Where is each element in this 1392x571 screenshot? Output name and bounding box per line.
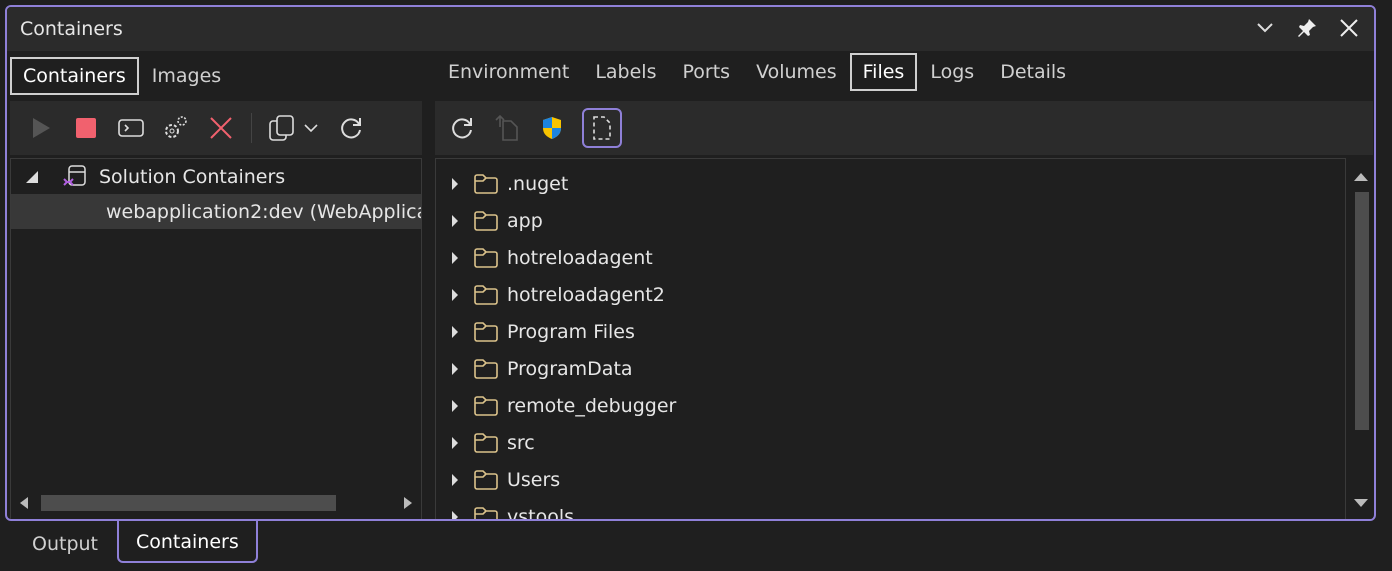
folder-name: .nuget: [507, 172, 569, 195]
open-file-button[interactable]: [582, 108, 622, 148]
folder-icon: [474, 395, 498, 416]
chevron-down-icon[interactable]: [301, 113, 321, 143]
dashed-file-icon: [593, 116, 611, 140]
containers-tree: Solution Containers webapplication2:dev …: [10, 158, 422, 519]
tab-output[interactable]: Output: [13, 521, 117, 563]
tab-labels[interactable]: Labels: [582, 53, 669, 91]
folder-icon: [474, 469, 498, 490]
refresh-icon[interactable]: [447, 113, 477, 143]
folder-name: vstools: [507, 505, 575, 520]
folder-item[interactable]: .nuget: [436, 165, 1345, 202]
folder-item[interactable]: remote_debugger: [436, 387, 1345, 424]
folder-name: Users: [507, 468, 561, 491]
tab-containers[interactable]: Containers: [10, 57, 139, 95]
folder-item[interactable]: hotreloadagent: [436, 239, 1345, 276]
folder-icon: [474, 321, 498, 342]
folder-name: remote_debugger: [507, 394, 677, 417]
folder-icon: [474, 284, 498, 305]
folder-name: hotreloadagent: [507, 246, 653, 269]
upload-file-icon[interactable]: [492, 113, 522, 143]
tab-details[interactable]: Details: [987, 53, 1079, 91]
folder-name: Program Files: [507, 320, 635, 343]
expand-arrow-icon[interactable]: [451, 362, 459, 376]
title-bar: Containers: [7, 7, 1374, 51]
vertical-scrollbar[interactable]: [1349, 158, 1373, 519]
scrollbar-thumb[interactable]: [1355, 192, 1369, 430]
folder-item[interactable]: src: [436, 424, 1345, 461]
chevron-down-icon[interactable]: [1250, 13, 1280, 43]
folder-name: hotreloadagent2: [507, 283, 665, 306]
tree-label: Solution Containers: [99, 165, 286, 188]
scrollbar-thumb[interactable]: [41, 495, 336, 511]
collapse-arrow-icon[interactable]: [25, 170, 39, 184]
expand-arrow-icon[interactable]: [451, 251, 459, 265]
horizontal-scrollbar[interactable]: [11, 487, 421, 519]
refresh-icon[interactable]: [336, 113, 366, 143]
tree-item-container[interactable]: webapplication2:dev (WebApplication2): [11, 194, 421, 229]
expand-arrow-icon[interactable]: [451, 399, 459, 413]
expand-arrow-icon[interactable]: [451, 510, 459, 521]
tab-environment[interactable]: Environment: [435, 53, 582, 91]
tab-volumes[interactable]: Volumes: [743, 53, 850, 91]
window-title: Containers: [20, 18, 123, 40]
terminal-icon[interactable]: [116, 113, 146, 143]
tab-containers-bottom[interactable]: Containers: [117, 521, 258, 563]
folder-icon: [474, 247, 498, 268]
start-icon[interactable]: [26, 113, 56, 143]
containers-window: Containers Containers Images Environment…: [5, 5, 1376, 521]
scroll-down-icon[interactable]: [1354, 498, 1368, 508]
copy-icon[interactable]: [267, 113, 297, 143]
folder-name: app: [507, 209, 543, 232]
scroll-up-icon[interactable]: [1354, 172, 1368, 182]
folder-item[interactable]: hotreloadagent2: [436, 276, 1345, 313]
tree-item-solution-containers[interactable]: Solution Containers: [11, 159, 421, 194]
expand-arrow-icon[interactable]: [451, 288, 459, 302]
files-toolbar: [435, 101, 1373, 155]
expand-arrow-icon[interactable]: [451, 177, 459, 191]
bottom-tab-bar: Output Containers: [0, 521, 1376, 563]
pin-icon[interactable]: [1292, 13, 1322, 43]
folder-name: ProgramData: [507, 357, 633, 380]
folder-icon: [474, 210, 498, 231]
tab-images[interactable]: Images: [139, 57, 234, 95]
tab-ports[interactable]: Ports: [669, 53, 743, 91]
folder-item[interactable]: vstools: [436, 498, 1345, 521]
tree-label: webapplication2:dev (WebApplication2): [106, 200, 421, 223]
folder-item[interactable]: Users: [436, 461, 1345, 498]
folder-icon: [474, 432, 498, 453]
files-tree: .nuget app hotreloadagent hotreloadagent2 Pr…: [435, 158, 1346, 521]
tab-files[interactable]: Files: [849, 53, 918, 91]
expand-arrow-icon[interactable]: [451, 436, 459, 450]
folder-name: src: [507, 431, 535, 454]
folder-icon: [474, 173, 498, 194]
scroll-left-icon[interactable]: [19, 497, 29, 509]
scroll-right-icon[interactable]: [403, 497, 413, 509]
close-icon[interactable]: [1334, 13, 1364, 43]
folder-icon: [474, 506, 498, 519]
folder-icon: [474, 358, 498, 379]
stop-icon[interactable]: [71, 113, 101, 143]
solution-containers-icon: [63, 164, 86, 186]
shield-icon[interactable]: [537, 113, 567, 143]
folder-item[interactable]: ProgramData: [436, 350, 1345, 387]
delete-icon[interactable]: [206, 113, 236, 143]
folder-item[interactable]: Program Files: [436, 313, 1345, 350]
expand-arrow-icon[interactable]: [451, 325, 459, 339]
tab-logs[interactable]: Logs: [917, 53, 987, 91]
folder-item[interactable]: app: [436, 202, 1345, 239]
containers-toolbar: [10, 101, 422, 155]
expand-arrow-icon[interactable]: [451, 214, 459, 228]
settings-icon[interactable]: [161, 113, 191, 143]
expand-arrow-icon[interactable]: [451, 473, 459, 487]
